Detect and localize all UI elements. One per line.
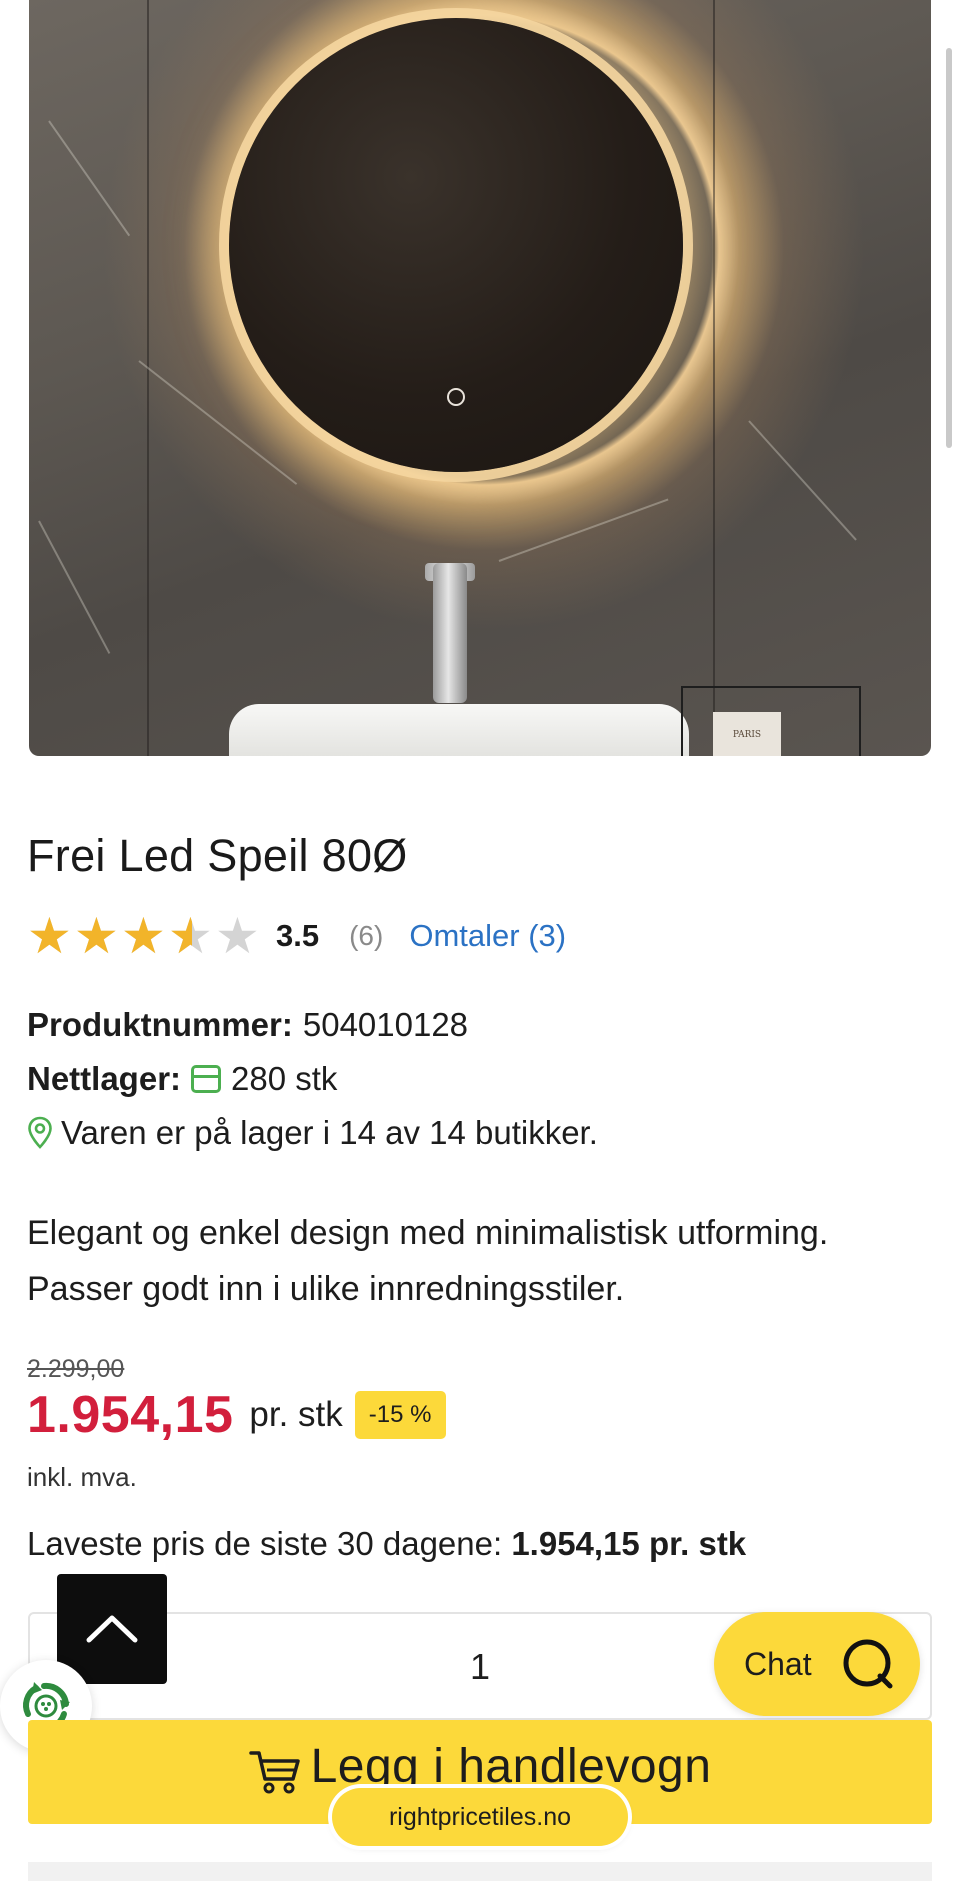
product-title: Frei Led Speil 80Ø (27, 830, 408, 881)
touch-sensor-icon (447, 388, 465, 406)
online-stock-row: Nettlager: 280 stk (27, 1060, 337, 1098)
add-to-cart-label: Legg i handlevogn (310, 1739, 712, 1793)
current-price: 1.954,15 (27, 1386, 234, 1444)
product-number-label: Produktnummer: (27, 1006, 293, 1043)
marble-vein (38, 520, 111, 654)
rating-value: 3.5 (276, 918, 320, 953)
old-price: 2.299,00 (27, 1355, 125, 1383)
chevron-up-icon (86, 1615, 138, 1643)
star-icon: ★★ (27, 911, 74, 961)
price-unit: pr. stk (249, 1395, 343, 1434)
marble-vein (748, 420, 857, 541)
page-scrollbar[interactable] (946, 48, 952, 448)
marble-vein (48, 120, 131, 237)
round-led-mirror (229, 18, 683, 472)
rating-row: ★★★★★★★★★★ 3.5 (6) Omtaler (3) (27, 908, 566, 964)
product-number: 504010128 (302, 1006, 469, 1043)
chat-bubble-icon (843, 1639, 893, 1689)
marble-vein (498, 498, 669, 562)
star-fill: ★ (74, 911, 119, 961)
reviews-link[interactable]: Omtaler (3) (409, 918, 566, 954)
star-icon: ★★ (215, 908, 260, 964)
product-description: Elegant og enkel design med minimalistis… (27, 1214, 829, 1308)
chat-label: Chat (744, 1645, 812, 1682)
star-fill: ★ (168, 911, 192, 961)
lowest-price-note: Laveste pris de siste 30 dagene: 1.954,1… (27, 1525, 746, 1563)
decor-rack: PARIS (681, 686, 861, 756)
store-stock-row[interactable]: Varen er på lager i 14 av 14 butikker. (27, 1114, 598, 1152)
online-stock-label: Nettlager: (27, 1060, 182, 1097)
rating-count: (6) (349, 920, 384, 951)
price-row: 1.954,15 pr. stk -15 % (27, 1385, 446, 1445)
wall-panel-seam (713, 0, 715, 756)
chat-button[interactable]: Chat (714, 1612, 920, 1716)
next-section-edge (28, 1862, 932, 1881)
online-stock-value: 280 stk (231, 1060, 338, 1097)
discount-badge: -15 % (354, 1391, 446, 1439)
lowest-price-label: Laveste pris de siste 30 dagene: (27, 1525, 503, 1562)
star-icon: ★★ (74, 911, 121, 961)
store-stock-text: Varen er på lager i 14 av 14 butikker. (61, 1114, 598, 1151)
wall-panel-seam (147, 0, 149, 756)
rating-stars: ★★★★★★★★★★ (27, 911, 262, 961)
box-icon (191, 1065, 222, 1093)
star-icon: ★★ (121, 911, 168, 961)
star-fill: ★ (27, 911, 72, 961)
browser-url-bar[interactable]: rightpricetiles.no (332, 1788, 628, 1846)
scroll-to-top-button[interactable] (57, 1574, 167, 1684)
cart-icon (248, 1751, 300, 1794)
washbasin (229, 704, 689, 756)
faucet (433, 563, 467, 703)
decor-card: PARIS (713, 712, 781, 756)
product-image[interactable]: PARIS (29, 0, 931, 756)
product-number-row: Produktnummer: 504010128 (27, 1006, 468, 1044)
location-pin-icon (28, 1116, 52, 1149)
star-fill: ★ (121, 911, 166, 961)
vat-note: inkl. mva. (27, 1462, 137, 1492)
lowest-price-value: 1.954,15 pr. stk (511, 1525, 747, 1562)
star-icon: ★★ (168, 908, 213, 964)
